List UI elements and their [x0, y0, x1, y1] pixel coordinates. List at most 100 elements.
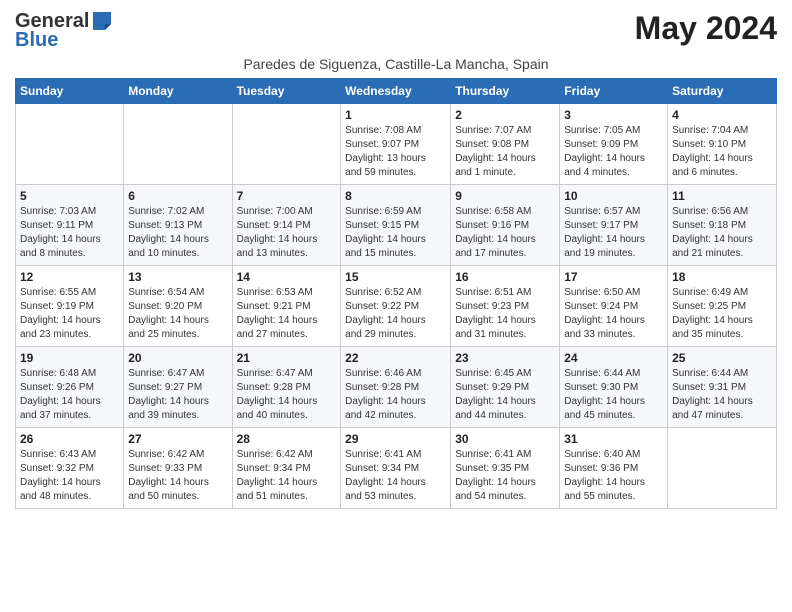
day-info: Sunrise: 6:56 AM Sunset: 9:18 PM Dayligh…: [672, 205, 772, 261]
calendar-cell: [668, 428, 777, 509]
day-number: 29: [345, 432, 446, 446]
day-info: Sunrise: 6:44 AM Sunset: 9:31 PM Dayligh…: [672, 367, 772, 423]
calendar-cell: 18 Sunrise: 6:49 AM Sunset: 9:25 PM Dayli…: [668, 266, 777, 347]
day-info: Sunrise: 6:42 AM Sunset: 9:33 PM Dayligh…: [128, 448, 227, 504]
day-info: Sunrise: 7:04 AM Sunset: 9:10 PM Dayligh…: [672, 124, 772, 180]
calendar-cell: 19 Sunrise: 6:48 AM Sunset: 9:26 PM Dayli…: [16, 347, 124, 428]
day-info: Sunrise: 7:03 AM Sunset: 9:11 PM Dayligh…: [20, 205, 119, 261]
day-info: Sunrise: 6:53 AM Sunset: 9:21 PM Dayligh…: [237, 286, 337, 342]
calendar-week-row: 12Sunrise: 6:55 AM Sunset: 9:19 PM Dayli…: [16, 266, 777, 347]
weekday-header: Saturday: [668, 79, 777, 104]
weekday-header: Wednesday: [341, 79, 451, 104]
calendar-cell: 28Sunrise: 6:42 AM Sunset: 9:34 PM Dayli…: [232, 428, 341, 509]
day-number: 9: [455, 189, 555, 203]
calendar-cell: 20 Sunrise: 6:47 AM Sunset: 9:27 PM Dayli…: [124, 347, 232, 428]
calendar-cell: 26 Sunrise: 6:43 AM Sunset: 9:32 PM Dayli…: [16, 428, 124, 509]
day-info: Sunrise: 7:08 AM Sunset: 9:07 PM Dayligh…: [345, 124, 446, 180]
logo-text-blue: Blue: [15, 29, 58, 52]
day-number: 2: [455, 108, 555, 122]
subtitle: Paredes de Siguenza, Castille-La Mancha,…: [15, 56, 777, 72]
calendar-cell: 7 Sunrise: 7:00 AM Sunset: 9:14 PM Daylig…: [232, 185, 341, 266]
calendar-cell: 31 Sunrise: 6:40 AM Sunset: 9:36 PM Dayli…: [560, 428, 668, 509]
day-info: Sunrise: 6:43 AM Sunset: 9:32 PM Dayligh…: [20, 448, 119, 504]
calendar-cell: 16 Sunrise: 6:51 AM Sunset: 9:23 PM Dayli…: [451, 266, 560, 347]
day-info: Sunrise: 6:41 AM Sunset: 9:34 PM Dayligh…: [345, 448, 446, 504]
day-number: 21: [237, 351, 337, 365]
day-number: 26: [20, 432, 119, 446]
day-info: Sunrise: 7:05 AM Sunset: 9:09 PM Dayligh…: [564, 124, 663, 180]
page-header: General Blue May 2024: [15, 10, 777, 52]
day-number: 28: [237, 432, 337, 446]
calendar-cell: 27Sunrise: 6:42 AM Sunset: 9:33 PM Dayli…: [124, 428, 232, 509]
day-info: Sunrise: 6:54 AM Sunset: 9:20 PM Dayligh…: [128, 286, 227, 342]
day-number: 18: [672, 270, 772, 284]
calendar-cell: 21Sunrise: 6:47 AM Sunset: 9:28 PM Dayli…: [232, 347, 341, 428]
calendar-week-row: 1 Sunrise: 7:08 AM Sunset: 9:07 PM Daylig…: [16, 104, 777, 185]
calendar-cell: 3 Sunrise: 7:05 AM Sunset: 9:09 PM Daylig…: [560, 104, 668, 185]
calendar-cell: 10 Sunrise: 6:57 AM Sunset: 9:17 PM Dayli…: [560, 185, 668, 266]
day-number: 25: [672, 351, 772, 365]
day-info: Sunrise: 6:44 AM Sunset: 9:30 PM Dayligh…: [564, 367, 663, 423]
day-info: Sunrise: 6:52 AM Sunset: 9:22 PM Dayligh…: [345, 286, 446, 342]
calendar-cell: [16, 104, 124, 185]
day-number: 24: [564, 351, 663, 365]
day-info: Sunrise: 6:46 AM Sunset: 9:28 PM Dayligh…: [345, 367, 446, 423]
day-number: 16: [455, 270, 555, 284]
day-number: 23: [455, 351, 555, 365]
day-info: Sunrise: 7:07 AM Sunset: 9:08 PM Dayligh…: [455, 124, 555, 180]
day-number: 17: [564, 270, 663, 284]
calendar-table: SundayMondayTuesdayWednesdayThursdayFrid…: [15, 78, 777, 509]
day-info: Sunrise: 6:55 AM Sunset: 9:19 PM Dayligh…: [20, 286, 119, 342]
day-number: 19: [20, 351, 119, 365]
calendar-cell: 2 Sunrise: 7:07 AM Sunset: 9:08 PM Daylig…: [451, 104, 560, 185]
calendar-cell: 17 Sunrise: 6:50 AM Sunset: 9:24 PM Dayli…: [560, 266, 668, 347]
day-number: 22: [345, 351, 446, 365]
calendar-cell: 15Sunrise: 6:52 AM Sunset: 9:22 PM Dayli…: [341, 266, 451, 347]
calendar-cell: 4 Sunrise: 7:04 AM Sunset: 9:10 PM Daylig…: [668, 104, 777, 185]
day-number: 3: [564, 108, 663, 122]
calendar-week-row: 5 Sunrise: 7:03 AM Sunset: 9:11 PM Daylig…: [16, 185, 777, 266]
day-info: Sunrise: 6:48 AM Sunset: 9:26 PM Dayligh…: [20, 367, 119, 423]
day-info: Sunrise: 6:49 AM Sunset: 9:25 PM Dayligh…: [672, 286, 772, 342]
day-info: Sunrise: 6:59 AM Sunset: 9:15 PM Dayligh…: [345, 205, 446, 261]
day-number: 4: [672, 108, 772, 122]
calendar-cell: 9 Sunrise: 6:58 AM Sunset: 9:16 PM Daylig…: [451, 185, 560, 266]
weekday-header: Tuesday: [232, 79, 341, 104]
day-info: Sunrise: 6:57 AM Sunset: 9:17 PM Dayligh…: [564, 205, 663, 261]
weekday-header: Sunday: [16, 79, 124, 104]
calendar-header-row: SundayMondayTuesdayWednesdayThursdayFrid…: [16, 79, 777, 104]
day-number: 20: [128, 351, 227, 365]
calendar-week-row: 19 Sunrise: 6:48 AM Sunset: 9:26 PM Dayli…: [16, 347, 777, 428]
day-info: Sunrise: 6:47 AM Sunset: 9:27 PM Dayligh…: [128, 367, 227, 423]
day-info: Sunrise: 7:00 AM Sunset: 9:14 PM Dayligh…: [237, 205, 337, 261]
calendar-cell: 14 Sunrise: 6:53 AM Sunset: 9:21 PM Dayli…: [232, 266, 341, 347]
logo: General Blue: [15, 10, 113, 52]
calendar-cell: 24 Sunrise: 6:44 AM Sunset: 9:30 PM Dayli…: [560, 347, 668, 428]
calendar-cell: [232, 104, 341, 185]
day-number: 31: [564, 432, 663, 446]
month-title: May 2024: [635, 10, 777, 47]
calendar-cell: 11 Sunrise: 6:56 AM Sunset: 9:18 PM Dayli…: [668, 185, 777, 266]
day-number: 11: [672, 189, 772, 203]
day-number: 10: [564, 189, 663, 203]
calendar-cell: 8 Sunrise: 6:59 AM Sunset: 9:15 PM Daylig…: [341, 185, 451, 266]
day-number: 14: [237, 270, 337, 284]
day-info: Sunrise: 6:40 AM Sunset: 9:36 PM Dayligh…: [564, 448, 663, 504]
calendar-cell: 5 Sunrise: 7:03 AM Sunset: 9:11 PM Daylig…: [16, 185, 124, 266]
calendar-cell: 25 Sunrise: 6:44 AM Sunset: 9:31 PM Dayli…: [668, 347, 777, 428]
day-number: 1: [345, 108, 446, 122]
day-number: 5: [20, 189, 119, 203]
day-info: Sunrise: 6:58 AM Sunset: 9:16 PM Dayligh…: [455, 205, 555, 261]
calendar-cell: 6 Sunrise: 7:02 AM Sunset: 9:13 PM Daylig…: [124, 185, 232, 266]
day-info: Sunrise: 6:50 AM Sunset: 9:24 PM Dayligh…: [564, 286, 663, 342]
day-info: Sunrise: 6:51 AM Sunset: 9:23 PM Dayligh…: [455, 286, 555, 342]
day-info: Sunrise: 7:02 AM Sunset: 9:13 PM Dayligh…: [128, 205, 227, 261]
day-number: 7: [237, 189, 337, 203]
day-number: 8: [345, 189, 446, 203]
calendar-cell: 13Sunrise: 6:54 AM Sunset: 9:20 PM Dayli…: [124, 266, 232, 347]
calendar-cell: 22 Sunrise: 6:46 AM Sunset: 9:28 PM Dayli…: [341, 347, 451, 428]
weekday-header: Friday: [560, 79, 668, 104]
day-info: Sunrise: 6:41 AM Sunset: 9:35 PM Dayligh…: [455, 448, 555, 504]
day-number: 30: [455, 432, 555, 446]
day-number: 6: [128, 189, 227, 203]
